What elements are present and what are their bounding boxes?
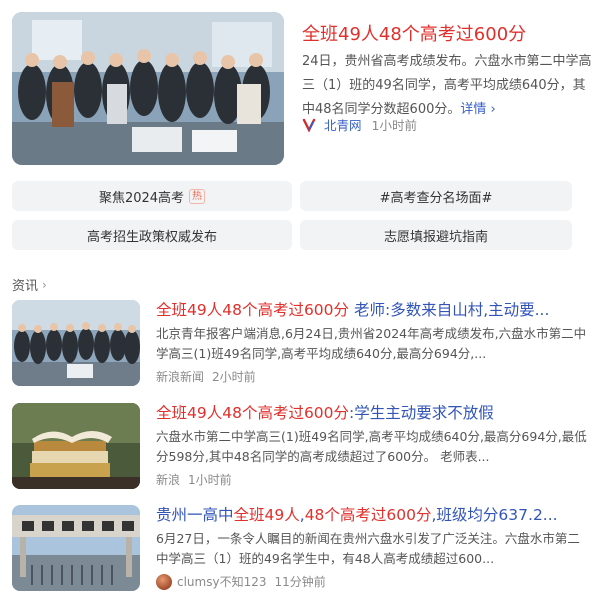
timestamp: 2小时前 bbox=[212, 370, 256, 384]
source-name[interactable]: 北青网 bbox=[324, 115, 362, 134]
chip-admission-policy[interactable]: 高考招生政策权威发布 bbox=[12, 220, 292, 250]
details-link[interactable]: 详情 › bbox=[460, 102, 495, 117]
source-name[interactable]: 新浪 bbox=[156, 471, 180, 488]
news-title[interactable]: 贵州一高中全班49人,48个高考过600分,班级均分637.2... bbox=[156, 505, 592, 525]
source-name[interactable]: clumsy不知123 bbox=[177, 573, 267, 590]
news-meta: 新浪新闻 2小时前 bbox=[156, 368, 256, 385]
chevron-right-icon: › bbox=[42, 277, 47, 292]
beiqing-logo-icon bbox=[302, 118, 316, 133]
top-news-meta: 北青网 1小时前 bbox=[302, 115, 417, 134]
chip-score-moments[interactable]: #高考查分名场面# bbox=[300, 181, 572, 211]
news-summary: 北京青年报客户端消息,6月24日,贵州省2024年高考成绩发布,六盘水市第二中学… bbox=[156, 326, 587, 361]
news-meta: 新浪 1小时前 bbox=[156, 471, 232, 488]
school-gate-thumbnail[interactable] bbox=[12, 505, 140, 591]
timestamp: 1小时前 bbox=[188, 473, 232, 487]
chip-gaokao-focus[interactable]: 聚焦2024高考热 bbox=[12, 181, 292, 211]
news-meta: clumsy不知123 11分钟前 bbox=[156, 573, 326, 590]
top-news-card[interactable]: 全班49人48个高考过600分 24日，贵州省高考成绩发布。六盘水市第二中学高三… bbox=[12, 12, 592, 166]
author-avatar[interactable] bbox=[156, 573, 172, 590]
hot-badge: 热 bbox=[189, 188, 206, 204]
chip-application-guide[interactable]: 志愿填报避坑指南 bbox=[300, 220, 572, 250]
top-news-title[interactable]: 全班49人48个高考过600分 bbox=[302, 20, 526, 46]
chevron-right-icon: › bbox=[490, 102, 496, 117]
news-item[interactable]: 贵州一高中全班49人,48个高考过600分,班级均分637.2... 6月27日… bbox=[12, 505, 592, 593]
news-title[interactable]: 全班49人48个高考过600分 老师:多数来自山村,主动要... bbox=[156, 300, 592, 320]
news-item[interactable]: 全班49人48个高考过600分 老师:多数来自山村,主动要... 北京青年报客户… bbox=[12, 300, 592, 388]
news-item[interactable]: 全班49人48个高考过600分:学生主动要求不放假 六盘水市第二中学高三(1)班… bbox=[12, 403, 592, 491]
news-summary: 6月27日，一条令人瞩目的新闻在贵州六盘水引发了广泛关注。六盘水市第二中学高三（… bbox=[156, 531, 580, 566]
news-summary: 六盘水市第二中学高三(1)班49名同学,高考平均成绩640分,最高分694分,最… bbox=[156, 429, 587, 464]
top-news-description: 24日，贵州省高考成绩发布。六盘水市第二中学高三（1）班的49名同学，高考平均成… bbox=[302, 54, 592, 117]
timestamp: 11分钟前 bbox=[274, 575, 326, 589]
class-photo-image[interactable] bbox=[12, 12, 284, 165]
news-title[interactable]: 全班49人48个高考过600分:学生主动要求不放假 bbox=[156, 403, 592, 423]
class-photo-thumbnail[interactable] bbox=[12, 300, 140, 386]
timestamp: 1小时前 bbox=[371, 118, 417, 133]
source-name[interactable]: 新浪新闻 bbox=[156, 368, 204, 385]
news-section-header[interactable]: 资讯 › bbox=[12, 275, 47, 295]
books-thumbnail[interactable] bbox=[12, 403, 140, 489]
